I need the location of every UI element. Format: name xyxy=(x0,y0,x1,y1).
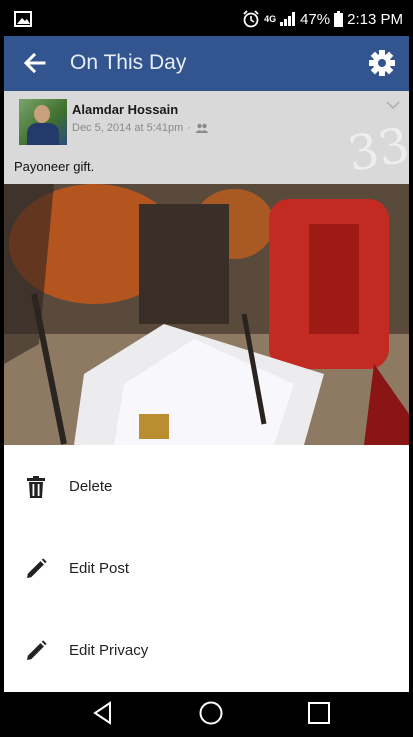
post-photo[interactable] xyxy=(4,184,409,445)
meta-separator: · xyxy=(187,122,191,134)
post-author[interactable]: Alamdar Hossain xyxy=(72,102,178,117)
post-meta: Dec 5, 2014 at 5:41pm · xyxy=(72,122,209,134)
pencil-icon xyxy=(27,640,47,660)
menu-item-label: Edit Post xyxy=(69,560,130,577)
settings-gear-icon[interactable] xyxy=(367,48,397,78)
page-title: On This Day xyxy=(70,51,187,74)
back-arrow-icon[interactable] xyxy=(20,48,50,78)
avatar[interactable] xyxy=(19,99,67,145)
status-time: 2:13 PM xyxy=(347,10,403,28)
menu-item-label: Edit Privacy xyxy=(69,642,149,659)
chevron-down-icon[interactable] xyxy=(385,99,401,111)
network-type: 4G xyxy=(264,14,277,24)
pencil-icon xyxy=(27,558,47,578)
system-nav-bar xyxy=(4,692,409,733)
trash-icon xyxy=(27,476,45,498)
menu-item-delete[interactable]: Delete xyxy=(4,447,409,527)
nav-home-icon[interactable] xyxy=(198,700,224,726)
app-toolbar: On This Day xyxy=(4,36,409,91)
battery-percent: 47% xyxy=(300,10,331,28)
phone-screen: 4G 47% 2:13 PM On This Day Alamdar Hossa… xyxy=(4,4,409,733)
status-bar: 4G 47% 2:13 PM xyxy=(4,4,409,36)
menu-item-edit-post[interactable]: Edit Post xyxy=(4,529,409,609)
watermark: 33 xyxy=(343,117,409,183)
friends-audience-icon xyxy=(195,123,209,133)
post-text: Payoneer gift. xyxy=(14,159,95,174)
menu-item-edit-privacy[interactable]: Edit Privacy xyxy=(4,611,409,691)
signal-icon xyxy=(280,12,296,26)
menu-item-label: Delete xyxy=(69,478,113,495)
gallery-notification-icon xyxy=(14,11,32,27)
post-date[interactable]: Dec 5, 2014 at 5:41pm xyxy=(72,122,183,134)
alarm-icon xyxy=(243,10,259,28)
nav-recents-icon[interactable] xyxy=(306,700,332,726)
battery-icon xyxy=(334,11,344,27)
nav-back-icon[interactable] xyxy=(90,700,116,726)
action-menu: Delete Edit Post Edit Privacy xyxy=(4,445,409,692)
photo-image xyxy=(4,184,409,445)
